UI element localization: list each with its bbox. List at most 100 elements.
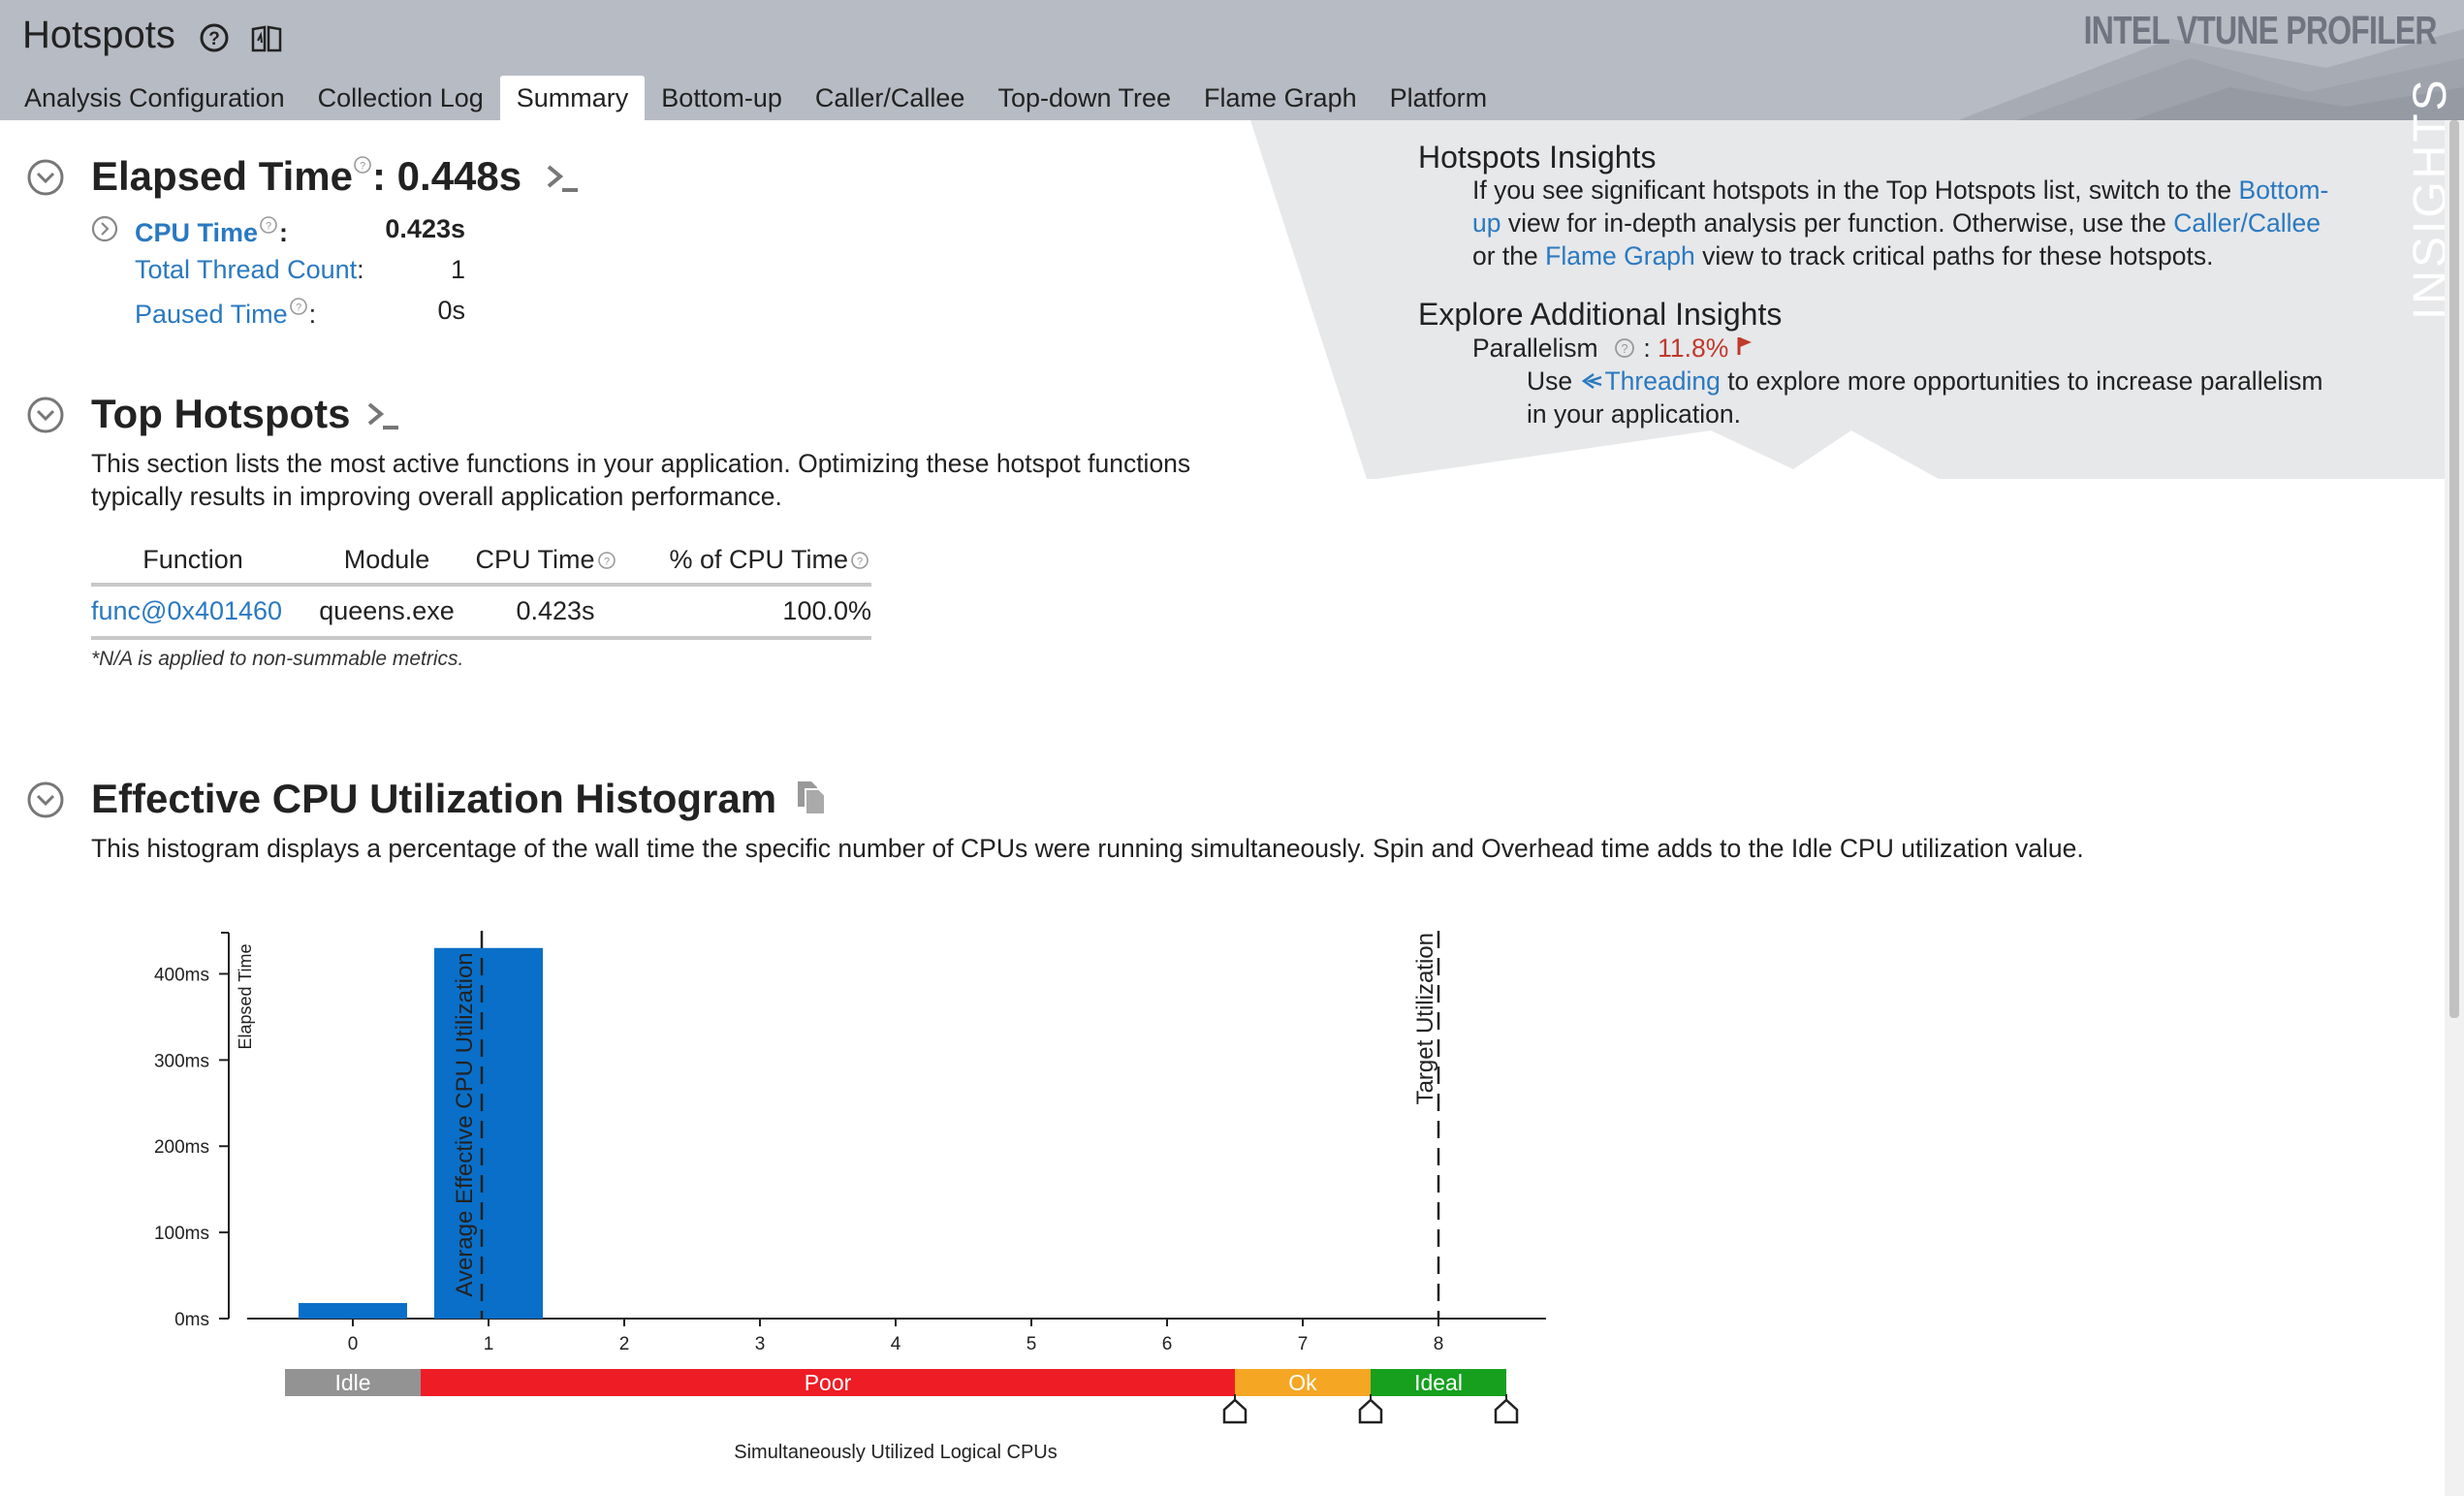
tab-caller-callee[interactable]: Caller/Callee [799,76,982,120]
y-tick-label: 400ms [154,965,209,985]
page-title: Hotspots [22,14,175,56]
threading-link[interactable]: Threading [1605,366,1721,396]
tab-bottom-up[interactable]: Bottom-up [645,76,799,120]
app-header: Hotspots ? INTEL VTUNE PROFILER Analysis… [0,0,2464,120]
threading-text-2: in your application. [1527,399,1741,429]
function-link[interactable]: func@0x401460 [91,585,314,640]
bottom-up-link[interactable]: Bottom- [2239,175,2329,205]
x-tick-label: 4 [891,1334,901,1354]
zone-handle [1494,1398,1519,1424]
flame-graph-link[interactable]: Flame Graph [1545,241,1695,271]
percent-cell: 100.0% [634,585,871,640]
table-row[interactable]: func@0x401460 queens.exe 0.423s 100.0% [91,585,871,640]
tab-analysis-configuration[interactable]: Analysis Configuration [8,76,301,120]
expand-cpu-time-icon[interactable] [90,214,119,243]
elapsed-time-label: Elapsed Time [91,153,354,199]
tab-collection-log[interactable]: Collection Log [301,76,500,120]
tab-flame-graph[interactable]: Flame Graph [1187,76,1374,120]
help-icon[interactable]: ? [288,296,309,317]
paused-time-link[interactable]: Paused Time [135,300,288,329]
histogram-title-label: Effective CPU Utilization Histogram [91,776,777,821]
top-hotspots-label: Top Hotspots [91,391,351,436]
command-line-icon[interactable] [365,398,402,433]
x-tick-label: 3 [755,1334,766,1354]
y-tick-label: 300ms [154,1051,209,1071]
x-tick-label: 0 [348,1334,359,1354]
y-axis-label: Elapsed Time [236,943,255,1049]
zone-label: Ideal [1414,1370,1463,1395]
cpu-time-value: 0.423s [385,214,465,243]
hotspots-insights-title: Hotspots Insights [1418,140,1657,175]
y-tick-label: 0ms [174,1310,209,1330]
bottom-up-link-continued[interactable]: up [1472,208,1501,238]
y-tick-label: 100ms [154,1224,209,1244]
insights-text-1: If you see significant hotspots in the T… [1472,175,2239,205]
collapse-elapsed-icon[interactable] [26,158,65,197]
tab-top-down-tree[interactable]: Top-down Tree [981,76,1187,120]
help-icon[interactable]: ? [1613,336,1636,360]
parallelism-row: Parallelism ? : 11.8% [1472,332,1753,365]
x-tick-label: 8 [1434,1334,1444,1354]
hotspots-insights-text: If you see significant hotspots in the T… [1472,174,2442,272]
thread-count-label: Total Thread Count: [135,255,364,285]
zone-handles [1222,1394,1519,1424]
threading-icon [1581,372,1601,390]
help-icon[interactable]: ? [258,214,279,236]
col-function[interactable]: Function [91,533,314,587]
cpu-time-colon: : [279,218,289,247]
y-tick-label: 200ms [154,1137,209,1158]
cpu-time-cell: 0.423s [459,585,634,640]
help-icon[interactable]: ? [353,155,372,176]
utilization-zones: Idle Poor Ok Ideal [285,1369,1506,1396]
zone-label: Poor [805,1370,852,1395]
col-module[interactable]: Module [314,533,459,587]
x-tick-label: 5 [1027,1334,1037,1354]
parallelism-separator: : [1643,334,1651,363]
svg-text:?: ? [603,557,609,568]
explore-insights-title: Explore Additional Insights [1418,297,1783,332]
x-tick-label: 2 [619,1334,630,1354]
col-cpu-time[interactable]: CPU Time? [459,533,634,587]
flag-icon [1737,337,1752,355]
svg-text:?: ? [266,221,271,233]
svg-text:?: ? [360,161,365,173]
zone-handle [1222,1398,1248,1424]
col-percent-cpu-time[interactable]: % of CPU Time? [634,533,871,587]
collapse-histogram-icon[interactable] [26,780,65,819]
x-axis-label: Simultaneously Utilized Logical CPUs [734,1442,1057,1463]
elapsed-time-value: : 0.448s [372,153,522,199]
hotspots-description: This section lists the most active funct… [91,447,1351,513]
histogram-chart: Elapsed Time 0ms 100ms 200ms 300ms 400ms 0 1 2… [154,931,1546,1463]
collapse-hotspots-icon[interactable] [26,396,65,434]
tab-platform[interactable]: Platform [1374,76,1504,120]
thread-count-link[interactable]: Total Thread Count [135,255,357,284]
insights-text-3: or the [1472,241,1546,271]
top-hotspots-title: Top Hotspots [91,391,402,437]
insights-text-4: view to track critical paths for these h… [1694,241,2214,271]
target-utilization-label: Target Utilization [1412,933,1438,1104]
help-icon[interactable]: ? [595,551,618,570]
col-percent-label: % of CPU Time [669,545,848,574]
help-icon[interactable]: ? [198,21,231,54]
guide-book-icon[interactable] [250,21,283,54]
cpu-time-label: CPU Time?: [135,214,288,248]
cpu-time-link[interactable]: CPU Time [135,218,258,247]
thread-count-value: 1 [450,255,465,284]
help-icon[interactable]: ? [848,551,871,570]
copy-icon[interactable] [794,778,829,816]
tab-summary[interactable]: Summary [499,76,646,120]
bars [299,947,543,1319]
hotspots-table: Function Module CPU Time? % of CPU Time?… [91,533,871,640]
module-cell: queens.exe [314,585,459,640]
histogram-description: This histogram displays a percentage of … [91,834,2084,863]
table-header-row: Function Module CPU Time? % of CPU Time? [91,533,871,587]
scrollbar-thumb[interactable] [2449,120,2459,1018]
x-tick-label: 1 [484,1334,494,1354]
histogram-bar [299,1303,407,1319]
caller-callee-link[interactable]: Caller/Callee [2173,208,2321,238]
thread-count-colon: : [357,255,364,284]
command-line-icon[interactable] [545,161,582,196]
zone-label: Idle [334,1370,370,1395]
zone-handle [1358,1398,1383,1424]
hotspots-description-line1: This section lists the most active funct… [91,449,1191,478]
